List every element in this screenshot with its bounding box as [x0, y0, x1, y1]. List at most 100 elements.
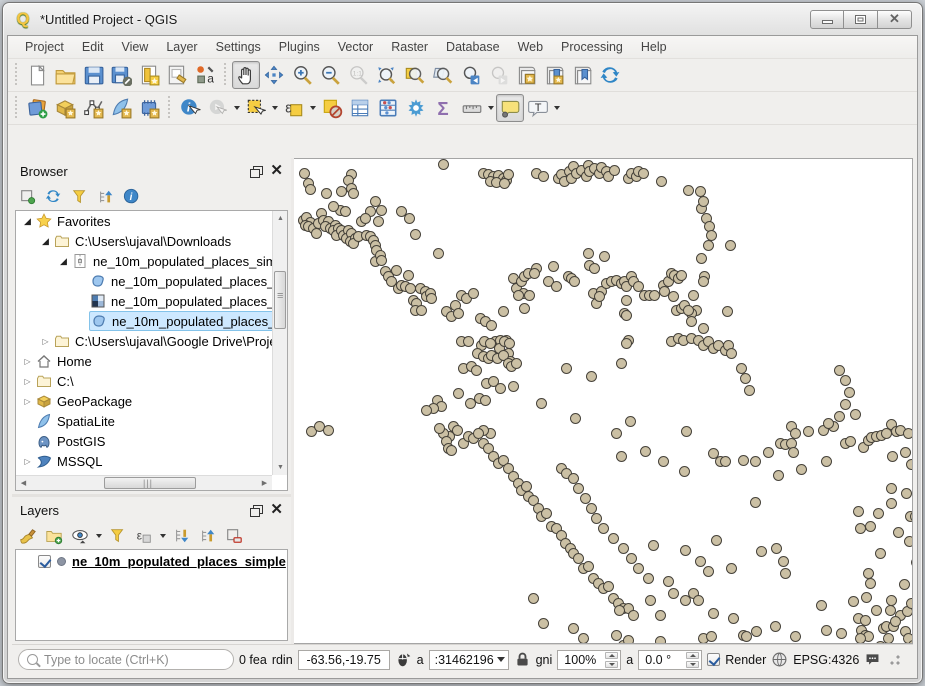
menu-processing[interactable]: Processing — [552, 37, 632, 57]
zoom-to-selection-button[interactable] — [400, 61, 428, 89]
identify-features-button[interactable]: i — [176, 94, 204, 122]
menu-view[interactable]: View — [112, 37, 157, 57]
browser-item-c-users-ujaval-google-drive-proje[interactable]: ▷C:\Users\ujaval\Google Drive\Proje — [16, 331, 272, 351]
zoom-to-layer-button[interactable] — [428, 61, 456, 89]
expander-expanded-icon[interactable]: ◢ — [58, 256, 69, 267]
close-panel-icon[interactable]: ✕ — [270, 504, 283, 516]
remove-layer-button[interactable] — [222, 524, 246, 548]
expander-collapsed-icon[interactable]: ▷ — [22, 357, 33, 366]
coordinate-field[interactable]: -63.56,-19.75 — [298, 650, 390, 670]
new-spatialite-layer-button[interactable] — [107, 94, 135, 122]
expander-collapsed-icon[interactable]: ▷ — [22, 457, 33, 466]
browser-vertical-scrollbar[interactable]: ▲ ▼ — [272, 211, 287, 475]
save-project-as-button[interactable] — [107, 61, 135, 89]
browser-item-home[interactable]: ▷Home — [16, 351, 272, 371]
run-feature-action-button[interactable] — [204, 94, 232, 122]
field-calculator-button[interactable] — [374, 94, 402, 122]
select-features-dropdown[interactable] — [270, 94, 280, 122]
crs-globe-icon[interactable] — [771, 651, 788, 668]
lock-scale-icon[interactable] — [514, 651, 531, 668]
pan-to-selection-button[interactable] — [260, 61, 288, 89]
deselect-features-button[interactable] — [318, 94, 346, 122]
collapse-all-layers-button[interactable] — [196, 524, 220, 548]
processing-toolbox-button[interactable] — [402, 94, 430, 122]
scroll-up-icon[interactable]: ▲ — [273, 211, 288, 226]
collapse-all-button[interactable] — [94, 185, 118, 209]
messages-icon[interactable] — [864, 651, 881, 668]
browser-item-spatialite[interactable]: SpatiaLite — [16, 411, 272, 431]
browser-item-ne-10m-populated-places-[interactable]: ne_10m_populated_places_ — [16, 271, 272, 291]
zoom-in-button[interactable] — [288, 61, 316, 89]
locator-box[interactable] — [18, 649, 234, 670]
menu-web[interactable]: Web — [509, 37, 552, 57]
title-bar[interactable]: Q *Untitled Project - QGIS ✕ — [3, 3, 922, 35]
browser-item-c-[interactable]: ▷C:\ — [16, 371, 272, 391]
new-shapefile-layer-button[interactable] — [79, 94, 107, 122]
measure-line-button[interactable] — [458, 94, 486, 122]
expander-expanded-icon[interactable]: ◢ — [40, 236, 51, 247]
browser-item-ne-10m-populated-places-[interactable]: ne_10m_populated_places_ — [16, 311, 272, 331]
render-toggle[interactable]: Render — [707, 653, 766, 667]
zoom-next-button[interactable] — [484, 61, 512, 89]
browser-item-geopackage[interactable]: ▷GeoPackage — [16, 391, 272, 411]
menu-database[interactable]: Database — [437, 37, 509, 57]
refresh-browser-button[interactable] — [42, 185, 66, 209]
show-bookmarks-button[interactable] — [540, 61, 568, 89]
properties-info-button[interactable]: i — [120, 185, 144, 209]
render-checkbox[interactable] — [707, 653, 720, 666]
new-geopackage-layer-button[interactable] — [51, 94, 79, 122]
rotation-spinbox[interactable]: 0.0 ° — [638, 650, 702, 670]
text-annotation-button[interactable]: T — [524, 94, 552, 122]
scroll-left-icon[interactable]: ◀ — [16, 476, 31, 491]
minimize-button[interactable] — [810, 10, 844, 29]
open-project-button[interactable] — [51, 61, 79, 89]
new-project-button[interactable] — [23, 61, 51, 89]
new-bookmark-button[interactable] — [512, 61, 540, 89]
save-project-button[interactable] — [79, 61, 107, 89]
toolbar-drag-handle[interactable] — [167, 96, 172, 120]
menu-plugins[interactable]: Plugins — [270, 37, 329, 57]
toolbar-drag-handle[interactable] — [14, 63, 19, 87]
statistical-summary-button[interactable]: Σ — [430, 94, 458, 122]
maximize-button[interactable] — [844, 10, 878, 29]
scroll-right-icon[interactable]: ▶ — [257, 476, 272, 491]
run-feature-action-dropdown[interactable] — [232, 94, 242, 122]
select-by-expression-dropdown[interactable] — [308, 94, 318, 122]
scroll-thumb[interactable] — [274, 271, 286, 329]
text-annotation-dropdown[interactable] — [552, 94, 562, 122]
toolbar-drag-handle[interactable] — [223, 63, 228, 87]
filter-browser-button[interactable] — [68, 185, 92, 209]
style-manager-button[interactable]: a — [191, 61, 219, 89]
browser-horizontal-scrollbar[interactable]: ◀ ▶ — [16, 475, 272, 490]
extent-tracking-icon[interactable] — [395, 651, 412, 668]
new-virtual-layer-button[interactable] — [135, 94, 163, 122]
measure-line-dropdown[interactable] — [486, 94, 496, 122]
select-features-button[interactable] — [242, 94, 270, 122]
menu-project[interactable]: Project — [16, 37, 73, 57]
filter-legend-button[interactable] — [106, 524, 130, 548]
filter-expression-button[interactable]: ε — [132, 524, 156, 548]
spin-down-icon[interactable] — [686, 661, 699, 668]
open-attribute-table-button[interactable] — [346, 94, 374, 122]
expander-collapsed-icon[interactable]: ▷ — [22, 377, 33, 386]
add-group-button[interactable] — [42, 524, 66, 548]
map-canvas[interactable] — [294, 158, 913, 644]
spin-up-icon[interactable] — [605, 652, 618, 659]
spin-up-icon[interactable] — [686, 652, 699, 659]
layer-visibility-checkbox[interactable] — [38, 555, 51, 568]
browser-item-postgis[interactable]: PostGIS — [16, 431, 272, 451]
show-layout-manager-button[interactable] — [163, 61, 191, 89]
spin-down-icon[interactable] — [605, 661, 618, 668]
add-selected-layers-button[interactable] — [16, 185, 40, 209]
filter-expression-dropdown[interactable] — [158, 522, 168, 550]
expander-collapsed-icon[interactable]: ▷ — [22, 397, 33, 406]
expand-all-button[interactable] — [170, 524, 194, 548]
new-print-layout-button[interactable] — [135, 61, 163, 89]
browser-item-ne-10m-populated-places-sim[interactable]: ◢ne_10m_populated_places_sim — [16, 251, 272, 271]
refresh-map-button[interactable] — [596, 61, 624, 89]
layer-styling-button[interactable] — [16, 524, 40, 548]
menu-layer[interactable]: Layer — [157, 37, 206, 57]
menu-raster[interactable]: Raster — [382, 37, 437, 57]
browser-item-favorites[interactable]: ◢Favorites — [16, 211, 272, 231]
toolbar-drag-handle[interactable] — [14, 96, 19, 120]
